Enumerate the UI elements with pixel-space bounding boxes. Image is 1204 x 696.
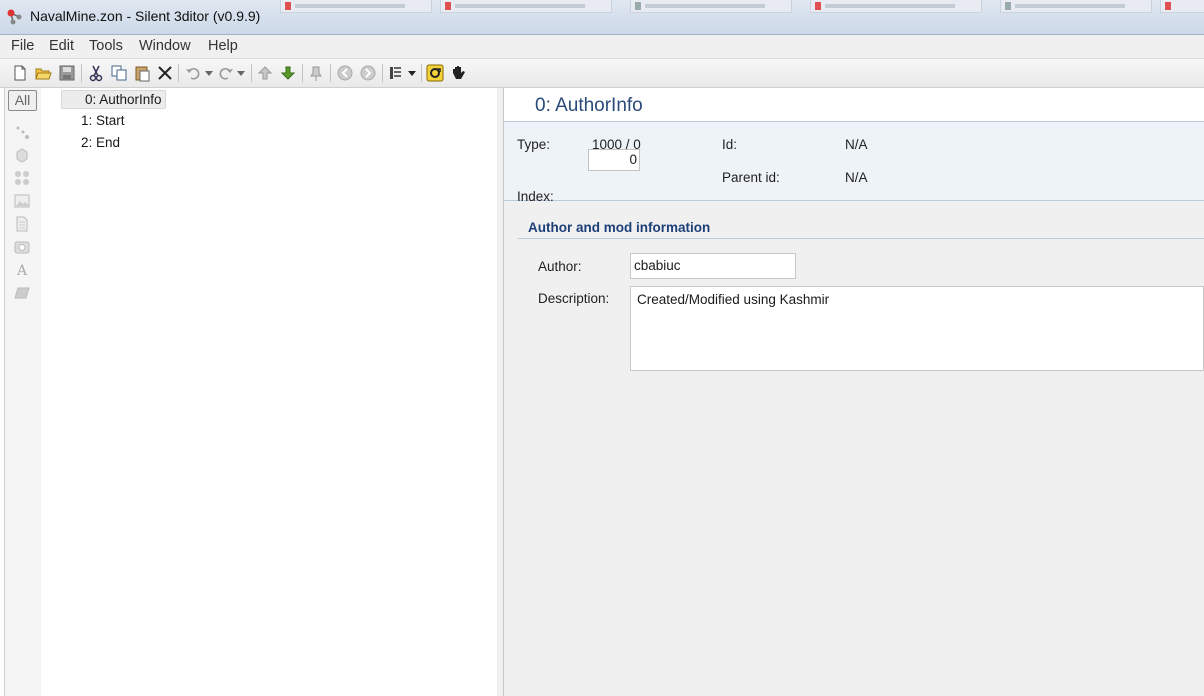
group-icon[interactable] bbox=[14, 170, 30, 186]
menu-help[interactable]: Help bbox=[208, 38, 238, 54]
parent-id-value: N/A bbox=[845, 170, 868, 185]
detail-pane: 0: AuthorInfo Type: 1000 / 0 Id: N/A Par… bbox=[504, 88, 1204, 696]
tree-item-end[interactable]: 2: End bbox=[81, 135, 120, 150]
app-molecule-icon bbox=[5, 7, 25, 27]
delete-icon[interactable] bbox=[156, 64, 174, 82]
background-taskbar bbox=[250, 0, 1204, 14]
section-title: Author and mod information bbox=[528, 220, 711, 235]
cube-icon[interactable] bbox=[14, 147, 30, 163]
scene-tree: 0: AuthorInfo 1: Start 2: End bbox=[41, 88, 498, 696]
detail-title: 0: AuthorInfo bbox=[535, 95, 643, 116]
toolbar bbox=[0, 59, 1204, 88]
window-title: NavalMine.zon - Silent 3ditor (v0.9.9) bbox=[30, 8, 261, 24]
id-value: N/A bbox=[845, 137, 868, 152]
undo-icon[interactable] bbox=[184, 64, 202, 82]
menu-tools[interactable]: Tools bbox=[89, 38, 123, 54]
description-input[interactable]: Created/Modified using Kashmir bbox=[630, 286, 1204, 371]
view-dropdown-icon[interactable] bbox=[404, 64, 422, 82]
tree-item-authorinfo[interactable]: 0: AuthorInfo bbox=[61, 90, 166, 109]
pane-splitter[interactable] bbox=[497, 88, 504, 696]
back-icon[interactable] bbox=[336, 64, 354, 82]
index-label: Index: bbox=[517, 189, 554, 204]
detail-header: 0: AuthorInfo bbox=[504, 88, 1204, 122]
image-icon[interactable] bbox=[14, 193, 30, 209]
filter-strip: All A bbox=[4, 88, 42, 696]
camera-icon[interactable] bbox=[14, 239, 30, 255]
section-divider bbox=[518, 238, 1204, 239]
menu-window[interactable]: Window bbox=[139, 38, 191, 54]
open-icon[interactable] bbox=[34, 64, 52, 82]
cut-icon[interactable] bbox=[87, 64, 105, 82]
move-down-icon[interactable] bbox=[279, 64, 297, 82]
forward-icon[interactable] bbox=[359, 64, 377, 82]
author-input[interactable]: cbabiuc bbox=[630, 253, 796, 279]
refresh-icon[interactable] bbox=[426, 64, 444, 82]
filter-all-button[interactable]: All bbox=[8, 90, 37, 111]
menu-edit[interactable]: Edit bbox=[49, 38, 74, 54]
title-bar: NavalMine.zon - Silent 3ditor (v0.9.9) bbox=[0, 0, 1204, 35]
pin-icon[interactable] bbox=[307, 64, 325, 82]
menu-bar: File Edit Tools Window Help bbox=[0, 35, 1204, 59]
plane-icon[interactable] bbox=[14, 285, 30, 301]
id-label: Id: bbox=[722, 137, 738, 152]
document-icon[interactable] bbox=[14, 216, 30, 232]
hand-icon[interactable] bbox=[450, 64, 468, 82]
copy-icon[interactable] bbox=[110, 64, 128, 82]
svg-text:A: A bbox=[16, 263, 28, 278]
save-icon[interactable] bbox=[58, 64, 76, 82]
text-icon[interactable]: A bbox=[14, 262, 30, 278]
paste-icon[interactable] bbox=[133, 64, 151, 82]
index-input[interactable]: 0 bbox=[588, 149, 640, 171]
new-icon[interactable] bbox=[11, 64, 29, 82]
move-up-icon[interactable] bbox=[256, 64, 274, 82]
menu-file[interactable]: File bbox=[11, 38, 34, 54]
redo-dropdown-icon[interactable] bbox=[233, 64, 251, 82]
type-label: Type: bbox=[517, 137, 551, 152]
parent-id-label: Parent id: bbox=[722, 170, 780, 185]
tree-item-start[interactable]: 1: Start bbox=[81, 113, 125, 128]
description-label: Description: bbox=[538, 291, 610, 306]
author-label: Author: bbox=[538, 259, 582, 274]
node-icon[interactable] bbox=[14, 124, 30, 140]
view-list-icon[interactable] bbox=[387, 64, 405, 82]
